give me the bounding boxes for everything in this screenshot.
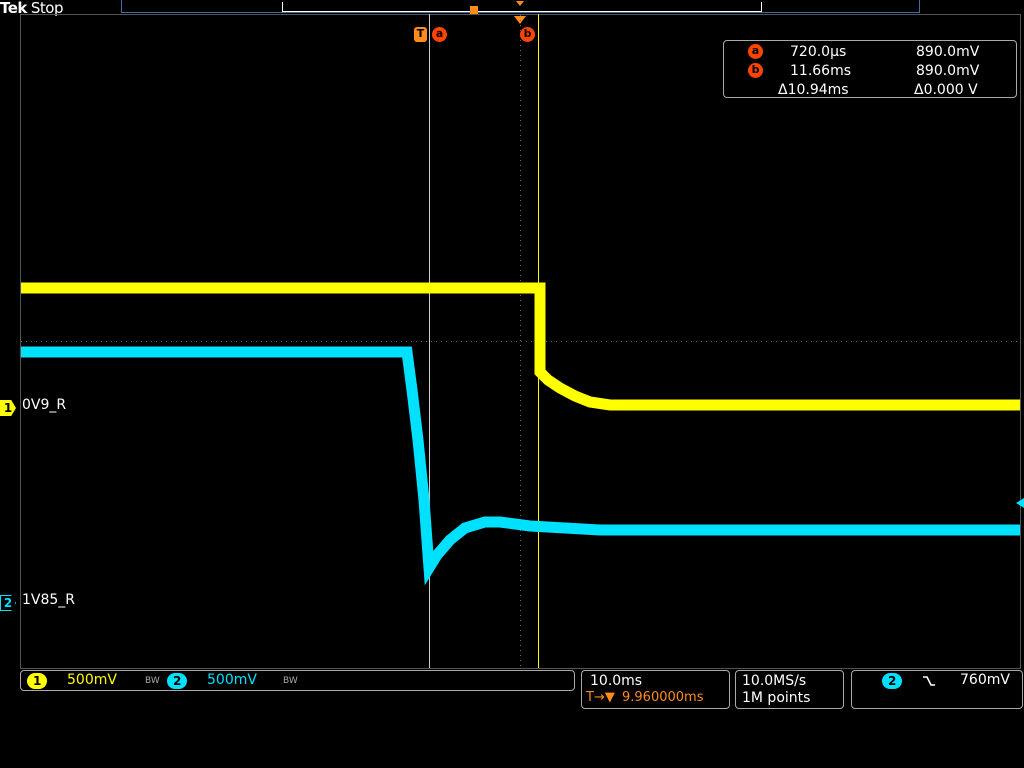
time-per-div: 10.0ms: [590, 673, 643, 689]
cursor-a-time: 720.0µs: [790, 44, 847, 60]
trigger-source-badge: 2: [882, 673, 903, 689]
ch1-label: 0V9_R: [22, 397, 67, 413]
acquisition-settings-box[interactable]: 10.0MS/s 1M points: [735, 670, 844, 709]
waveform-area: [20, 14, 1024, 669]
cursor-lines: [429, 14, 539, 668]
ch1-bw-limit: BW: [145, 676, 160, 686]
ch2-ground-marker[interactable]: 2 1V85_R: [0, 592, 76, 611]
horizontal-position: 9.960000ms: [622, 690, 704, 705]
graticule-grid: [21, 15, 1020, 668]
cursor-b-time: 11.66ms: [790, 63, 852, 79]
cursor-b-voltage: 890.0mV: [916, 63, 980, 79]
trigger-offset-prefix: T→▼: [586, 690, 615, 705]
oscilloscope-display: Tek Stop T a b a 720.0µs 890.0mV b 11.66…: [0, 0, 1024, 768]
cursor-readout-panel: a 720.0µs 890.0mV b 11.66ms 890.0mV Δ10.…: [723, 40, 1017, 98]
ch1-badge: 1: [27, 673, 48, 689]
vertical-settings-box[interactable]: 1 500mV BW 2 500mV BW: [20, 670, 575, 691]
ch2-scale: 500mV: [207, 672, 257, 688]
sample-rate: 10.0MS/s: [742, 673, 807, 689]
ch1-scale: 500mV: [67, 672, 117, 688]
horizontal-settings-box[interactable]: 10.0ms T→▼ 9.960000ms: [581, 670, 730, 709]
cursor-a-readout-icon: a: [748, 44, 763, 59]
trigger-level: 760mV: [960, 672, 1010, 688]
cursor-a-voltage: 890.0mV: [916, 44, 980, 60]
trigger-settings-box[interactable]: 2 760mV: [851, 670, 1023, 709]
ch1-marker-icon: 1: [0, 400, 16, 416]
ch2-label: 1V85_R: [22, 592, 76, 608]
cursor-delta-voltage: Δ0.000 V: [914, 82, 978, 98]
cursor-delta-time: Δ10.94ms: [778, 82, 849, 98]
ch2-bw-limit: BW: [283, 676, 298, 686]
record-length: 1M points: [742, 690, 811, 706]
falling-edge-icon: [923, 676, 935, 686]
ch2-badge: 2: [167, 673, 188, 689]
ch2-marker-icon: 2: [0, 595, 16, 611]
cursor-b-readout-icon: b: [748, 63, 763, 78]
ch1-ground-marker[interactable]: 1 0V9_R: [0, 397, 67, 416]
